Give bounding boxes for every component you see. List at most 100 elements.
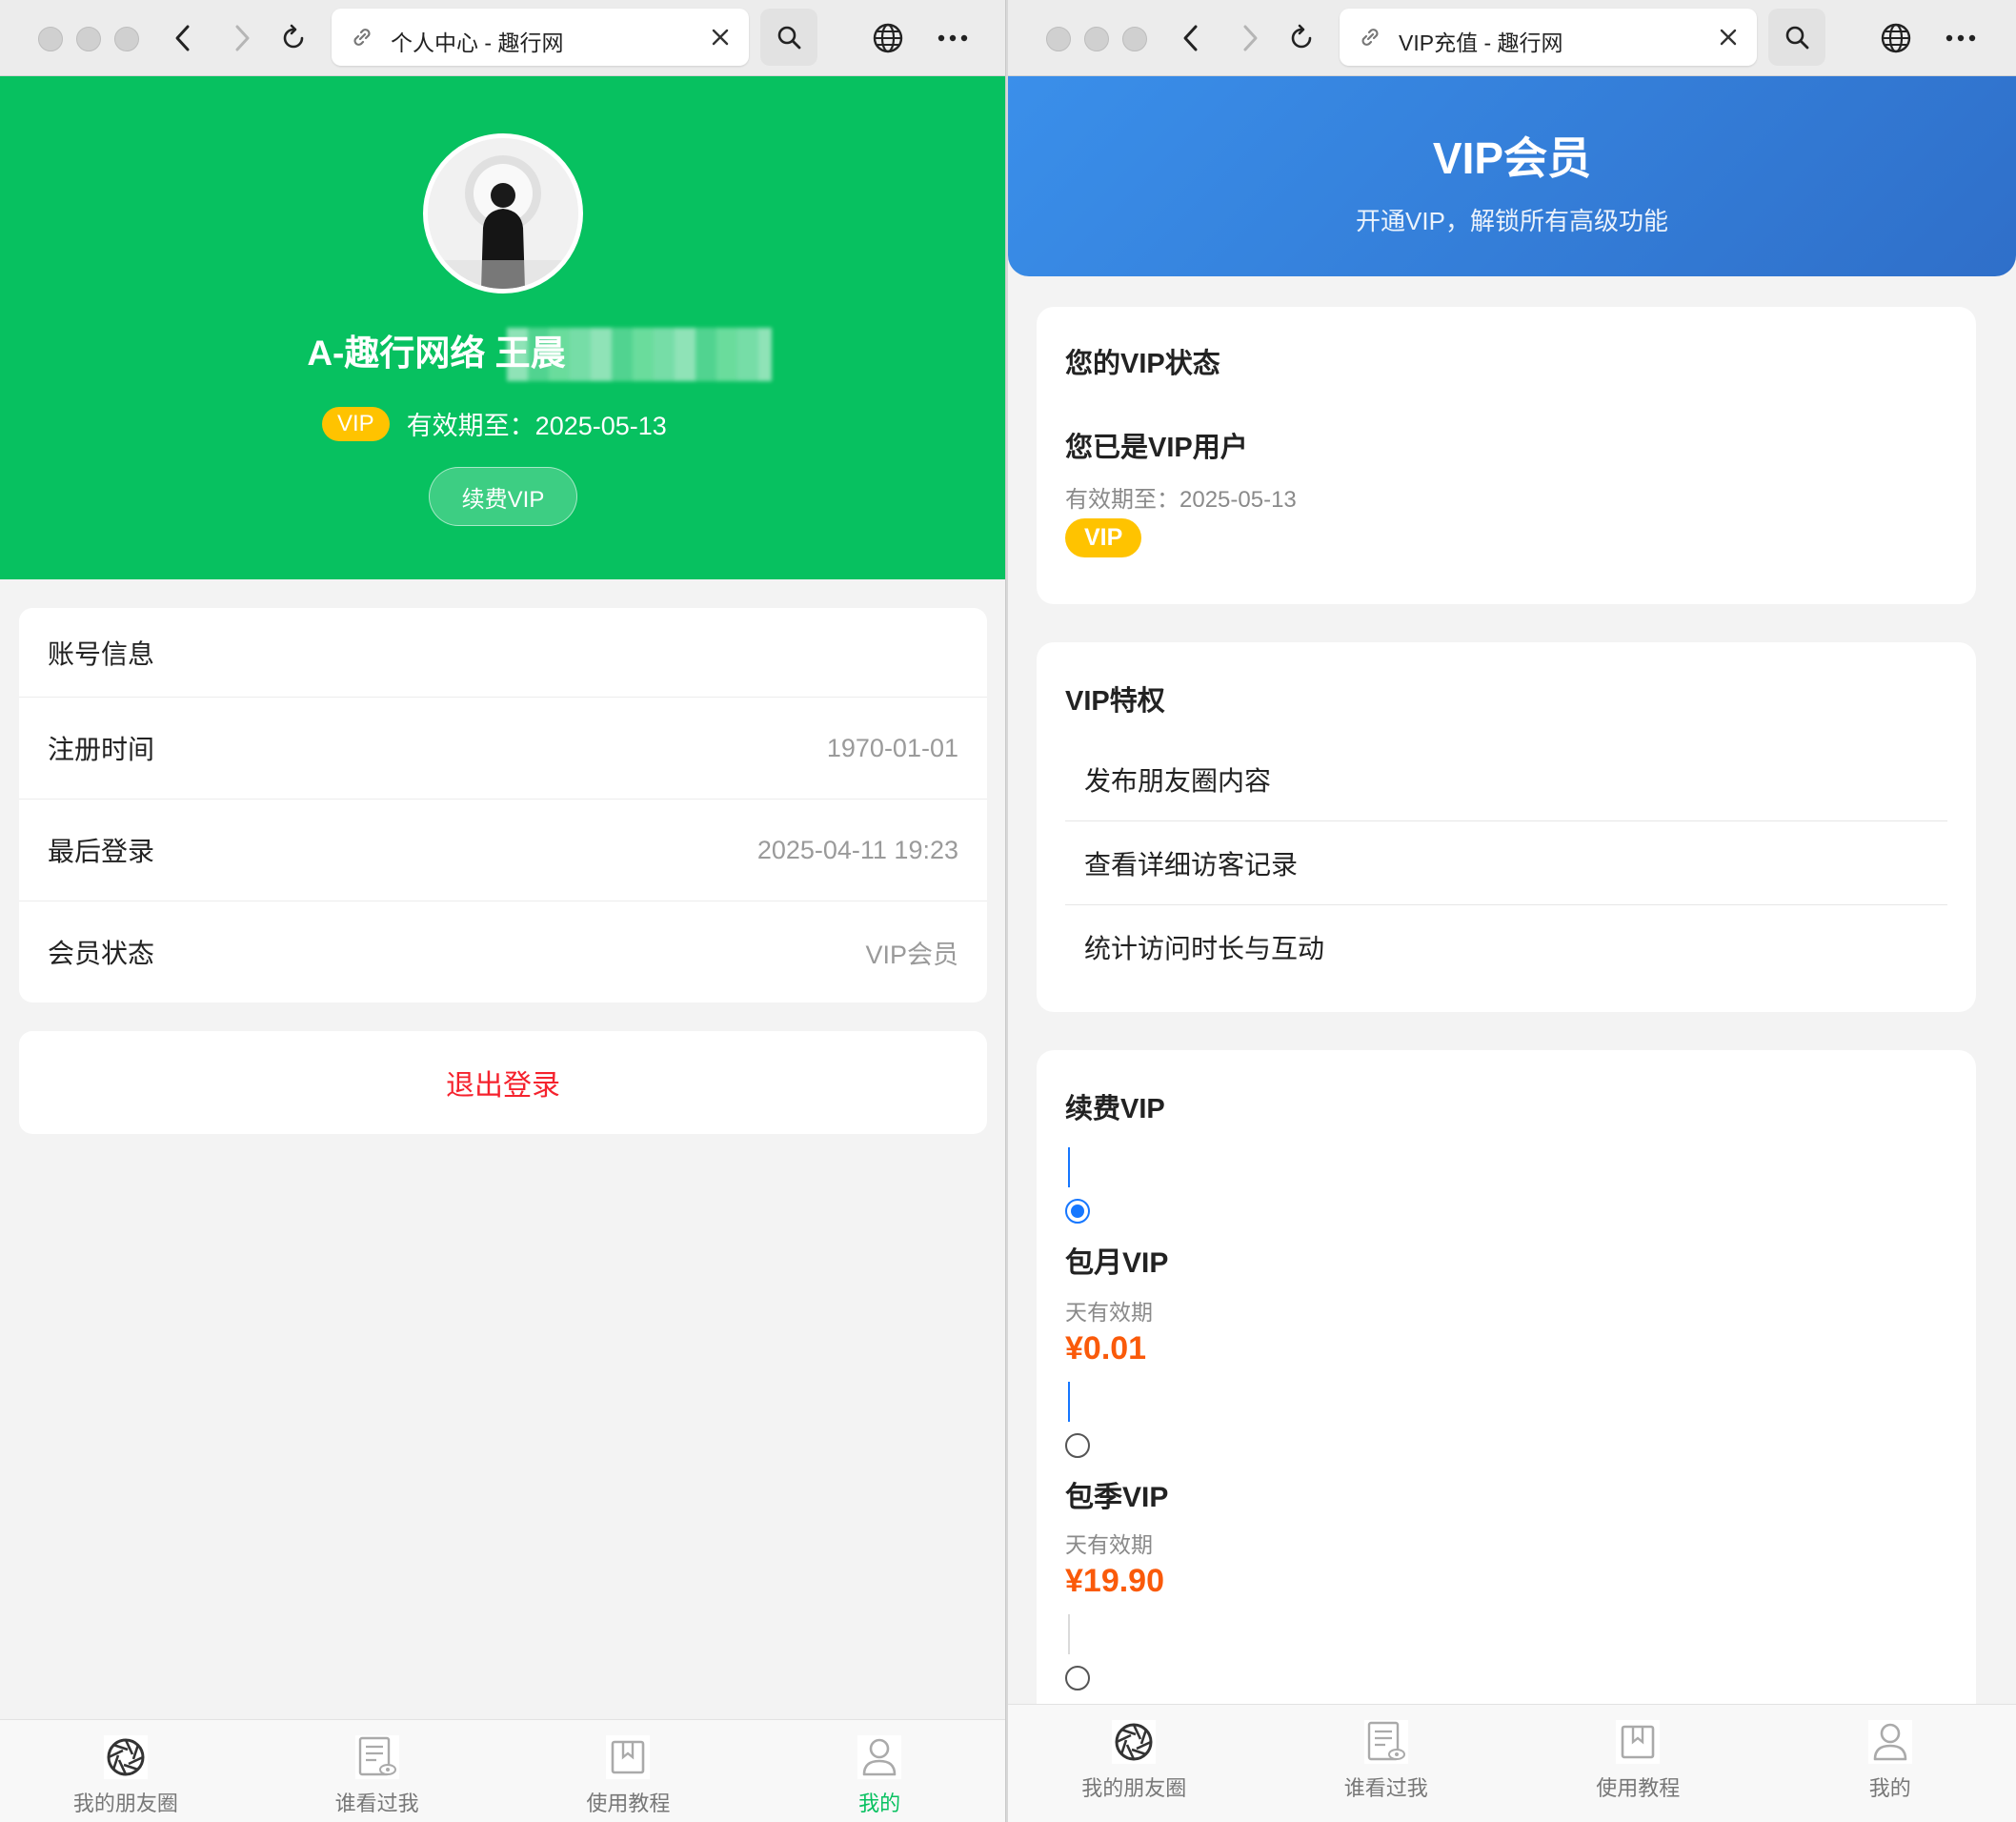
search-icon[interactable] [1768, 9, 1825, 66]
card-title: VIP特权 [1065, 686, 1165, 717]
bottom-tabbar: 我的朋友圈 谁看过我 使用教程 我的 [1008, 1704, 2016, 1822]
logout-label: 退出登录 [446, 1070, 560, 1102]
forward-icon[interactable] [223, 19, 261, 57]
info-row-member-status: 会员状态 VIP会员 [19, 901, 987, 1002]
search-icon[interactable] [760, 9, 817, 66]
close-tab-icon[interactable] [1713, 22, 1744, 52]
profile-header: A-趣行网络 王晨 VIP 有效期至：2025-05-13 续费VIP [0, 76, 1005, 579]
info-row-last-login: 最后登录 2025-04-11 19:23 [19, 800, 987, 901]
vip-badge: VIP [1065, 518, 1142, 557]
info-label: 最后登录 [48, 837, 155, 866]
bookmark-icon [1616, 1720, 1661, 1764]
hero-title: VIP会员 [1432, 133, 1592, 183]
vip-expire-text: 有效期至：2025-05-13 [406, 412, 667, 440]
vip-badge: VIP [322, 406, 390, 441]
logout-button[interactable]: 退出登录 [19, 1031, 987, 1134]
minimize-window-button[interactable] [1084, 27, 1109, 51]
vip-status-card: 您的VIP状态 您已是VIP用户 有效期至：2025-05-13 VIP [1037, 307, 1976, 604]
account-info-card: 账号信息 注册时间 1970-01-01 最后登录 2025-04-11 19:… [19, 608, 987, 1002]
avatar[interactable] [423, 133, 583, 294]
renew-vip-button[interactable]: 续费VIP [429, 467, 577, 526]
vip-privileges-card: VIP特权 发布朋友圈内容 查看详细访客记录 统计访问时长与互动 [1037, 642, 1976, 1012]
plan-divider [1068, 1147, 1070, 1187]
bookmark-icon [606, 1735, 651, 1779]
tab-label: 谁看过我 [1343, 1776, 1428, 1800]
tab-title: VIP充值 - 趣行网 [1399, 30, 1563, 55]
plan-divider [1068, 1382, 1070, 1422]
zoom-window-button[interactable] [1122, 27, 1147, 51]
tab-label: 谁看过我 [334, 1792, 419, 1815]
tab-me[interactable]: 我的 [1764, 1705, 2016, 1822]
more-icon[interactable] [1942, 19, 1980, 57]
browser-toolbar: VIP充值 - 趣行网 [1008, 0, 2016, 76]
close-window-button[interactable] [38, 27, 63, 51]
aperture-icon [1112, 1720, 1157, 1764]
privilege-item: 发布朋友圈内容 [1065, 738, 1947, 821]
minimize-window-button[interactable] [76, 27, 101, 51]
vip-browser-window: VIP充值 - 趣行网 VIP会员 开通VIP，解锁所有高级功能 您的VIP状态… [1008, 0, 2016, 1822]
tab-label: 我的 [858, 1792, 901, 1815]
profile-browser-window: 个人中心 - 趣行网 A-趣行网络 王晨 VIP 有效期至：2025-05-13… [0, 0, 1006, 1822]
info-label: 会员状态 [48, 939, 155, 968]
plan-price: ¥19.90 [1065, 1563, 1164, 1599]
tab-tutorial[interactable]: 使用教程 [503, 1720, 755, 1822]
tab-my-moments[interactable]: 我的朋友圈 [1008, 1705, 1260, 1822]
zoom-window-button[interactable] [114, 27, 139, 51]
privilege-item: 统计访问时长与互动 [1084, 934, 1325, 963]
info-row-register-time: 注册时间 1970-01-01 [19, 698, 987, 800]
tab-title: 个人中心 - 趣行网 [391, 30, 564, 55]
browser-tab[interactable]: VIP充值 - 趣行网 [1340, 9, 1757, 66]
globe-icon[interactable] [1877, 19, 1915, 57]
plan-price: ¥0.01 [1065, 1330, 1147, 1366]
info-value: VIP会员 [865, 940, 958, 969]
tab-label: 使用教程 [1596, 1776, 1681, 1800]
info-label: 注册时间 [48, 735, 155, 764]
user-icon [857, 1735, 902, 1779]
close-window-button[interactable] [1046, 27, 1071, 51]
link-icon [349, 24, 375, 51]
browser-toolbar: 个人中心 - 趣行网 [0, 0, 1005, 76]
privilege-item: 查看详细访客记录 [1065, 821, 1947, 905]
plan-radio-quarterly[interactable] [1065, 1433, 1090, 1458]
card-title: 您的VIP状态 [1065, 349, 1220, 379]
screen: 个人中心 - 趣行网 A-趣行网络 王晨 VIP 有效期至：2025-05-13… [0, 0, 2016, 1822]
plan-validity: 天有效期 [1065, 1300, 1153, 1325]
vip-status-row: VIP 有效期至：2025-05-13 [322, 405, 667, 442]
tab-label: 我的朋友圈 [72, 1792, 178, 1815]
document-eye-icon [354, 1735, 399, 1779]
window-controls [38, 27, 139, 51]
bottom-tabbar: 我的朋友圈 谁看过我 使用教程 我的 [0, 1719, 1005, 1822]
forward-icon[interactable] [1231, 19, 1269, 57]
plan-radio-monthly[interactable] [1065, 1199, 1090, 1224]
more-icon[interactable] [934, 19, 972, 57]
vip-hero-banner: VIP会员 开通VIP，解锁所有高级功能 [1008, 76, 2016, 276]
tab-who-viewed-me[interactable]: 谁看过我 [252, 1720, 503, 1822]
info-value: 2025-04-11 19:23 [756, 835, 958, 864]
tab-label: 我的朋友圈 [1081, 1776, 1187, 1800]
card-title: 续费VIP [1065, 1094, 1165, 1124]
vip-status-text: 您已是VIP用户 [1065, 433, 1248, 463]
back-icon[interactable] [164, 19, 202, 57]
tab-my-moments[interactable]: 我的朋友圈 [0, 1720, 252, 1822]
plan-radio-next[interactable] [1065, 1666, 1090, 1690]
reload-icon[interactable] [1282, 19, 1320, 57]
tab-me[interactable]: 我的 [754, 1720, 1005, 1822]
account-info-header: 账号信息 [19, 608, 987, 698]
info-value: 1970-01-01 [826, 733, 958, 762]
browser-tab[interactable]: 个人中心 - 趣行网 [332, 9, 749, 66]
window-controls [1046, 27, 1147, 51]
plan-name: 包月VIP [1065, 1247, 1169, 1279]
close-tab-icon[interactable] [705, 22, 736, 52]
globe-icon[interactable] [869, 19, 907, 57]
link-icon [1357, 24, 1383, 51]
tab-label: 使用教程 [586, 1792, 671, 1815]
hero-subtitle: 开通VIP，解锁所有高级功能 [1356, 207, 1668, 235]
vip-expire-text: 有效期至：2025-05-13 [1065, 487, 1297, 513]
tab-label: 我的 [1868, 1776, 1911, 1800]
back-icon[interactable] [1172, 19, 1210, 57]
tab-tutorial[interactable]: 使用教程 [1512, 1705, 1764, 1822]
reload-icon[interactable] [274, 19, 312, 57]
plan-divider [1068, 1614, 1070, 1654]
username: A-趣行网络 王晨 [307, 334, 566, 373]
tab-who-viewed-me[interactable]: 谁看过我 [1260, 1705, 1513, 1822]
